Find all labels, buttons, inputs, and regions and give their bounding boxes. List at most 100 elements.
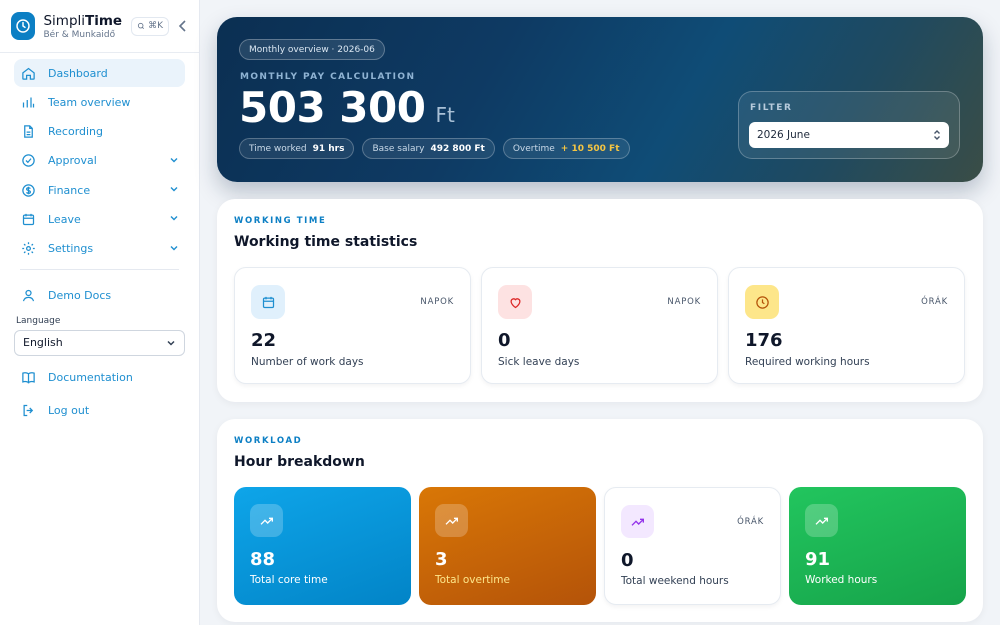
section-eyebrow: WORKING TIME <box>234 216 327 226</box>
trending-up-icon <box>805 504 838 537</box>
filter-label: FILTER <box>750 103 793 113</box>
brand-name: SimpliTime <box>43 12 123 29</box>
nav-label: Leave <box>48 212 81 226</box>
user-icon <box>20 288 36 304</box>
workload-card-core-time: 88 Total core time <box>234 487 411 605</box>
gear-icon <box>20 241 36 257</box>
section-eyebrow: WORKLOAD <box>234 436 303 446</box>
nav-item-documentation[interactable]: Documentation <box>14 364 185 392</box>
period-pill: Monthly overview · 2026-06 <box>239 39 385 60</box>
stat-label: Sick leave days <box>498 356 580 368</box>
shortcut-label: ⌘K <box>148 21 163 31</box>
workload-value: 3 <box>435 549 448 570</box>
workload-card-worked-hours: 91 Worked hours <box>789 487 966 605</box>
bar-chart-icon <box>20 94 36 110</box>
nav-item-leave[interactable]: Leave <box>14 205 185 233</box>
workload-label: Total overtime <box>435 574 510 586</box>
chevron-up-down-icon <box>934 130 940 140</box>
chevron-down-icon <box>170 157 178 163</box>
chip-overtime: Overtime + 10 500 Ft <box>502 138 630 159</box>
collapse-sidebar-button[interactable] <box>178 20 188 32</box>
stat-label: Number of work days <box>251 356 364 368</box>
month-select-value: 2026 June <box>757 129 810 141</box>
stat-card-work-days: NAPOK 22 Number of work days <box>234 267 471 384</box>
nav-item-recording[interactable]: Recording <box>14 118 185 146</box>
hero-eyebrow: MONTHLY PAY CALCULATION <box>240 72 416 82</box>
hero-chips: Time worked 91 hrs Base salary 492 800 Ft … <box>239 138 630 159</box>
nav-label: Team overview <box>48 95 131 109</box>
stat-card-required-hours: ÓRÁK 176 Required working hours <box>728 267 965 384</box>
clock-logo-icon <box>11 12 36 40</box>
command-search-button[interactable]: ⌘K <box>131 16 169 36</box>
stat-unit: ÓRÁK <box>921 297 948 307</box>
nav-label: Dashboard <box>48 66 108 80</box>
logout-icon <box>20 403 36 419</box>
main-nav: Dashboard Team overview Recording Approv… <box>0 53 199 425</box>
book-icon <box>20 370 36 386</box>
chevron-down-icon <box>170 245 178 251</box>
workload-label: Total core time <box>250 574 328 586</box>
nav-item-settings[interactable]: Settings <box>14 235 185 263</box>
chip-time-worked: Time worked 91 hrs <box>239 138 355 159</box>
monthly-pay-hero: Monthly overview · 2026-06 MONTHLY PAY C… <box>217 17 983 182</box>
workload-unit: ÓRÁK <box>737 517 764 527</box>
brand-text: SimpliTime Bér & Munkaidő <box>43 13 122 40</box>
stat-unit: NAPOK <box>420 297 454 307</box>
stat-card-sick-leave: NAPOK 0 Sick leave days <box>481 267 718 384</box>
workload-value: 0 <box>621 550 634 571</box>
document-icon <box>20 124 36 140</box>
search-icon <box>138 22 145 29</box>
trending-up-icon <box>621 505 654 538</box>
workload-value: 88 <box>250 549 276 570</box>
stat-unit: NAPOK <box>667 297 701 307</box>
calendar-icon <box>251 285 285 319</box>
workload-label: Total weekend hours <box>621 575 729 587</box>
brand-header: SimpliTime Bér & Munkaidő ⌘K <box>0 0 199 53</box>
nav-item-team-overview[interactable]: Team overview <box>14 88 185 116</box>
heart-icon <box>498 285 532 319</box>
language-select[interactable]: English <box>14 329 185 356</box>
chip-base-salary: Base salary 492 800 Ft <box>362 138 495 159</box>
workload-card-overtime: 3 Total overtime <box>419 487 596 605</box>
trending-up-icon <box>250 504 283 537</box>
calendar-icon <box>20 211 36 227</box>
nav-item-dashboard[interactable]: Dashboard <box>14 59 185 87</box>
stat-value: 0 <box>498 330 511 351</box>
chevron-down-icon <box>170 187 178 192</box>
nav-label: Settings <box>48 242 94 256</box>
clock-icon <box>745 285 779 319</box>
working-time-section: WORKING TIME Working time statistics NAP… <box>217 199 983 402</box>
nav-label: Approval <box>48 154 97 168</box>
check-circle-icon <box>20 153 36 169</box>
nav-item-demo-docs[interactable]: Demo Docs <box>14 282 185 310</box>
nav-item-finance[interactable]: Finance <box>14 176 185 204</box>
section-title: Working time statistics <box>234 234 418 250</box>
brand-subtitle: Bér & Munkaidő <box>43 29 116 40</box>
workload-value: 91 <box>805 549 831 570</box>
nav-label: Log out <box>48 404 90 418</box>
nav-item-approval[interactable]: Approval <box>14 147 185 175</box>
nav-label: Demo Docs <box>48 289 112 303</box>
nav-label: Recording <box>48 125 104 139</box>
filter-panel: FILTER 2026 June <box>738 91 960 159</box>
nav-label: Finance <box>48 183 91 197</box>
chevron-down-icon <box>167 340 175 346</box>
language-value: English <box>23 336 63 350</box>
stat-value: 176 <box>745 330 783 351</box>
chevron-down-icon <box>170 216 178 221</box>
workload-card-weekend-hours: ÓRÁK 0 Total weekend hours <box>604 487 781 605</box>
trending-up-icon <box>435 504 468 537</box>
section-title: Hour breakdown <box>234 454 365 470</box>
nav-label: Documentation <box>48 371 133 385</box>
stat-value: 22 <box>251 330 277 351</box>
month-select[interactable]: 2026 June <box>749 122 949 148</box>
pay-amount: 503 300 Ft <box>239 83 455 132</box>
workload-label: Worked hours <box>805 574 878 586</box>
language-label: Language <box>16 315 61 326</box>
pay-amount-value: 503 300 <box>239 83 426 132</box>
sidebar: SimpliTime Bér & Munkaidő ⌘K Dashboard T… <box>0 0 200 625</box>
chevron-left-icon <box>178 20 186 32</box>
home-icon <box>20 65 36 81</box>
nav-item-logout[interactable]: Log out <box>14 397 185 425</box>
stat-label: Required working hours <box>745 356 870 368</box>
